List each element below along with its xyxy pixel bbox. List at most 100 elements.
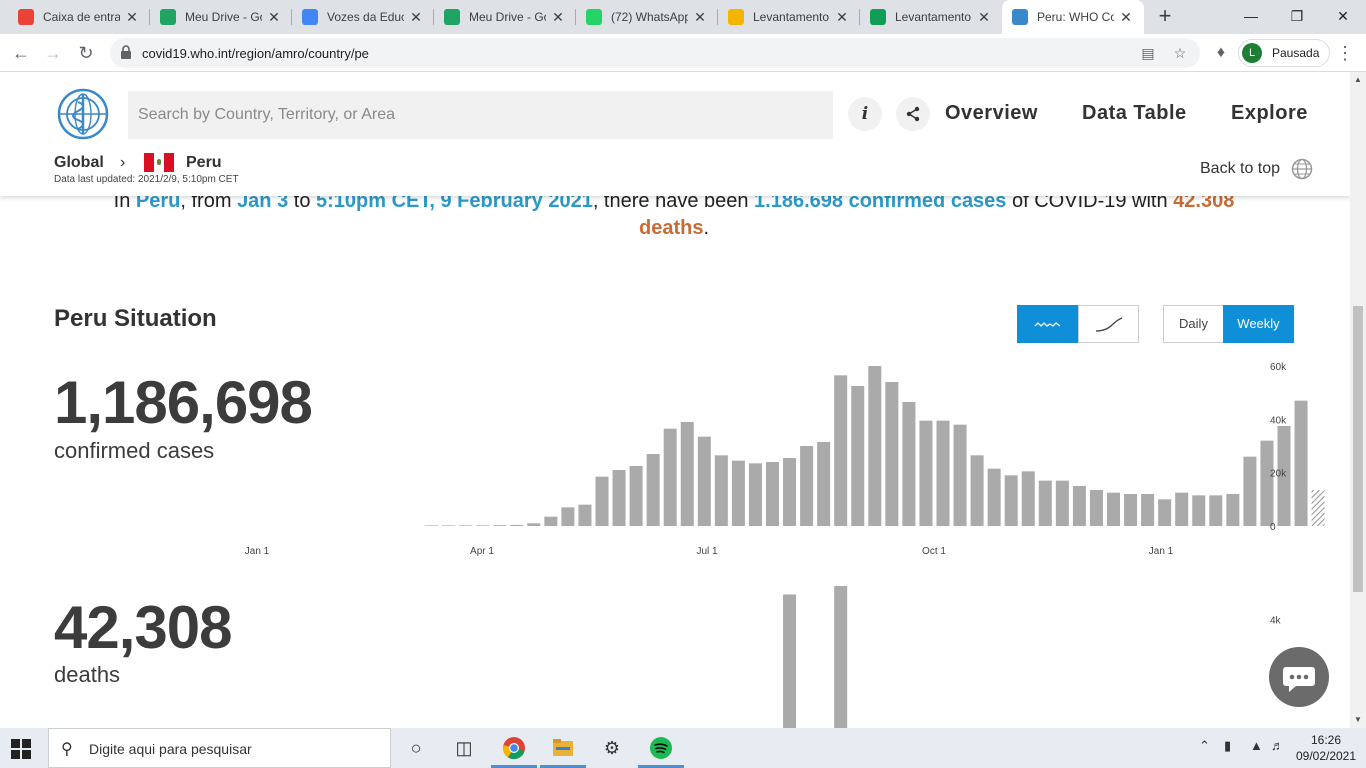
profile-button[interactable]: L Pausada — [1238, 39, 1330, 67]
taskbar-search-box[interactable]: ⚲ Digite aqui para pesquisar — [48, 728, 391, 768]
breadcrumb-peru: Peru — [186, 154, 222, 171]
share-icon[interactable] — [896, 97, 930, 131]
browser-tab[interactable]: Levantamento ✕ — [718, 0, 860, 34]
browser-tab[interactable]: Peru: WHO Coronavirus ✕ — [1002, 0, 1144, 34]
cases-x-tick-label: Apr 1 — [470, 546, 494, 557]
cases-bar — [817, 442, 831, 526]
cases-y-tick-label: 60k — [1270, 362, 1287, 373]
cases-bar — [544, 516, 558, 526]
spotify-icon[interactable] — [646, 734, 676, 762]
globe-icon[interactable] — [1291, 158, 1313, 180]
task-view-icon[interactable]: ◫ — [449, 734, 479, 762]
cases-bar — [1209, 495, 1223, 526]
scroll-up-icon[interactable]: ▲ — [1350, 72, 1366, 88]
search-icon: ⚲ — [61, 741, 73, 758]
bookmark-star-icon[interactable]: ☆ — [1170, 43, 1190, 63]
scroll-down-icon[interactable]: ▼ — [1350, 712, 1366, 728]
cases-bar-partial-week — [1311, 490, 1325, 526]
new-tab-button[interactable]: + — [1153, 5, 1177, 29]
chat-button[interactable] — [1269, 647, 1329, 707]
back-arrow-icon[interactable]: ← — [8, 40, 34, 66]
cases-bar — [527, 523, 541, 526]
close-tab-icon[interactable]: ✕ — [976, 9, 992, 25]
windows-start-icon[interactable] — [10, 738, 32, 760]
close-tab-icon[interactable]: ✕ — [408, 9, 424, 25]
browser-menu-icon[interactable]: ⋮ — [1336, 42, 1354, 64]
tray-chevron-up-icon[interactable]: ⌃ — [1199, 738, 1210, 754]
cases-bar — [1038, 480, 1052, 526]
close-tab-icon[interactable]: ✕ — [266, 9, 282, 25]
scrollbar-thumb[interactable] — [1353, 306, 1363, 592]
sheets-icon — [870, 9, 886, 25]
tab-title: Meu Drive - Google Drive — [185, 10, 262, 24]
cases-bar — [1124, 494, 1138, 526]
forward-arrow-icon[interactable]: → — [40, 40, 66, 66]
cases-x-tick-label: Jan 1 — [1149, 546, 1174, 557]
cases-bar — [953, 424, 967, 526]
breadcrumb-global[interactable]: Global — [54, 154, 104, 172]
system-clock[interactable]: 16:26 09/02/2021 — [1293, 732, 1359, 764]
cases-bar — [1141, 494, 1155, 526]
reload-icon[interactable]: ↻ — [73, 40, 99, 66]
extensions-puzzle-icon[interactable]: ♦ — [1210, 42, 1232, 64]
cases-bar — [1243, 456, 1257, 526]
browser-tab[interactable]: (72) WhatsApp ✕ — [576, 0, 718, 34]
close-window-button[interactable]: ✕ — [1320, 0, 1366, 34]
cases-bar — [1260, 440, 1274, 526]
nav-overview[interactable]: Overview — [945, 102, 1038, 125]
volume-icon[interactable]: ♬ — [1271, 738, 1284, 753]
cases-bar — [919, 420, 933, 526]
close-tab-icon[interactable]: ✕ — [1118, 9, 1134, 25]
tab-title: Levantamento — [895, 10, 972, 24]
page-scrollbar[interactable]: ▲ ▼ — [1350, 72, 1366, 728]
clock-date: 09/02/2021 — [1295, 749, 1357, 763]
tab-title: Caixa de entrada — [43, 10, 120, 24]
network-icon[interactable]: ▲ — [1250, 738, 1263, 753]
minimize-button[interactable]: — — [1228, 0, 1274, 34]
cases-bar — [697, 436, 711, 526]
windows-taskbar: ⚲ Digite aqui para pesquisar ○ ◫ ⚙ ⌃ ▮ ▲… — [0, 728, 1366, 768]
browser-tab[interactable]: Levantamento ✕ — [860, 0, 1002, 34]
back-to-top-link[interactable]: Back to top — [1200, 160, 1280, 178]
browser-tab[interactable]: Vozes da Educação ✕ — [292, 0, 434, 34]
close-tab-icon[interactable]: ✕ — [124, 9, 140, 25]
battery-icon[interactable]: ▮ — [1224, 738, 1231, 754]
close-tab-icon[interactable]: ✕ — [550, 9, 566, 25]
tab-title: (72) WhatsApp — [611, 10, 688, 24]
info-icon[interactable]: i — [848, 97, 882, 131]
cases-bar — [476, 525, 490, 526]
translate-icon[interactable]: ▤ — [1138, 43, 1158, 63]
who-header: i Overview Data Table Explore Global › P… — [0, 72, 1350, 196]
settings-gear-icon[interactable]: ⚙ — [597, 734, 627, 762]
cases-bar — [629, 466, 643, 526]
cases-bar — [1158, 499, 1172, 526]
country-search-input[interactable] — [128, 91, 833, 139]
whatsapp-icon — [586, 9, 602, 25]
cortana-icon[interactable]: ○ — [401, 734, 431, 762]
cases-y-tick-label: 0 — [1270, 522, 1276, 533]
tab-title: Vozes da Educação — [327, 10, 404, 24]
data-last-updated: Data last updated: 2021/2/9, 5:10pm CET — [54, 174, 239, 185]
tab-title: Meu Drive - Google Drive — [469, 10, 546, 24]
cases-bar — [902, 402, 916, 526]
cases-bar — [1192, 495, 1206, 526]
browser-tab[interactable]: Meu Drive - Google Drive ✕ — [434, 0, 576, 34]
cases-bar — [595, 476, 609, 526]
close-tab-icon[interactable]: ✕ — [834, 9, 850, 25]
browser-tab[interactable]: Meu Drive - Google Drive ✕ — [150, 0, 292, 34]
cases-bar — [800, 446, 814, 526]
address-bar[interactable]: covid19.who.int/region/amro/country/pe ▤… — [110, 38, 1200, 68]
maximize-button[interactable]: ❐ — [1274, 0, 1320, 34]
browser-tab[interactable]: Caixa de entrada ✕ — [8, 0, 150, 34]
nav-explore[interactable]: Explore — [1231, 102, 1308, 125]
close-tab-icon[interactable]: ✕ — [692, 9, 708, 25]
page-viewport: i Overview Data Table Explore Global › P… — [0, 72, 1350, 728]
cases-bar — [1021, 471, 1035, 526]
cases-bar — [612, 470, 626, 526]
cases-bar — [459, 525, 473, 526]
chrome-icon[interactable] — [499, 734, 529, 762]
file-explorer-icon[interactable] — [548, 734, 578, 762]
who-logo-icon[interactable] — [54, 88, 112, 140]
nav-data-table[interactable]: Data Table — [1082, 102, 1187, 125]
deaths-y-tick-label: 4k — [1270, 615, 1282, 626]
